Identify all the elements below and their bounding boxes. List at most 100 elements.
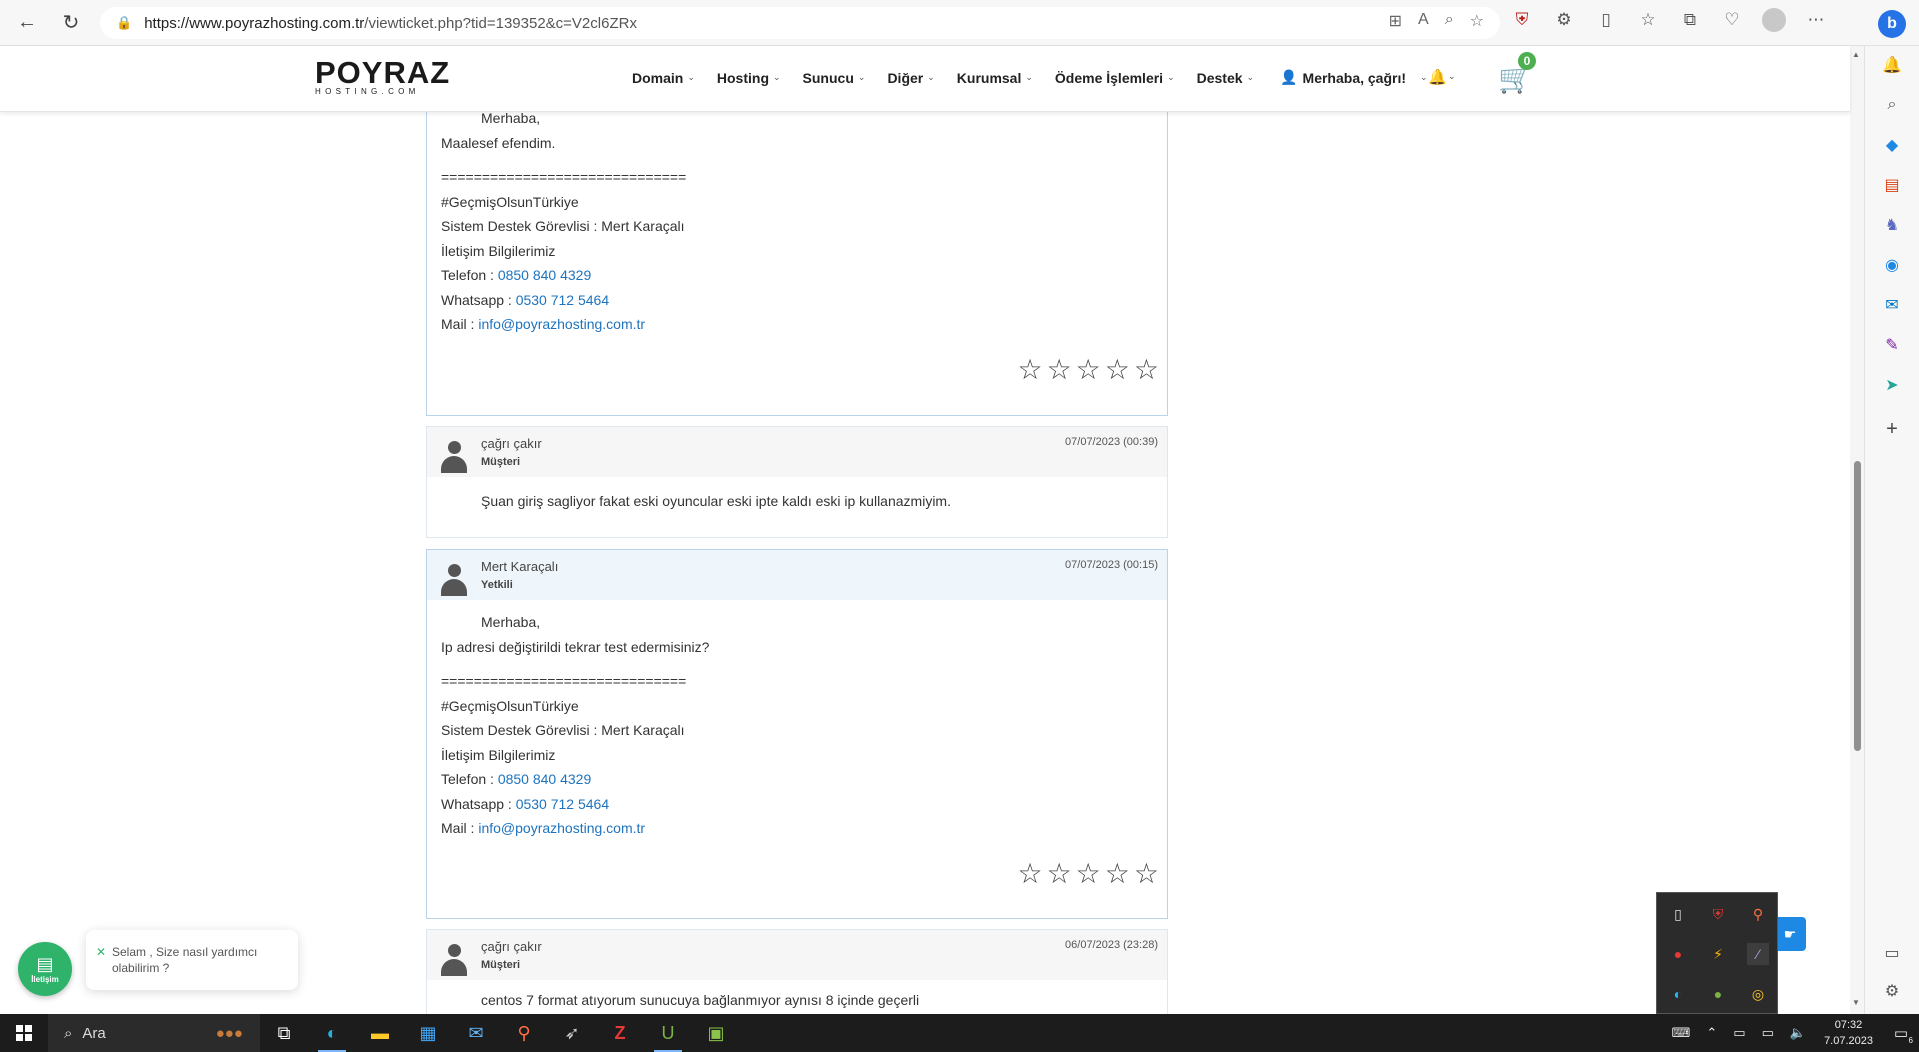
menu-odeme[interactable]: Ödeme İşlemleri ⌄ [1055,69,1175,86]
search-tool-icon[interactable]: ⚲ [500,1014,548,1052]
chat-bubble[interactable]: ✕ Selam , Size nasıl yardımcı olabilirim… [86,930,298,990]
sidebar-toggle-icon[interactable]: ▭ [1881,942,1903,964]
network-icon[interactable]: ▭ [1762,1025,1774,1041]
phone-link[interactable]: 0850 840 4329 [498,267,591,283]
signature-separator: ============================== [441,169,687,185]
star-icon[interactable]: ☆ [1017,859,1042,887]
back-icon[interactable]: ← [10,6,44,40]
menu-destek[interactable]: Destek ⌄ [1197,69,1254,86]
extension-shield-icon[interactable]: ⛨ [1510,8,1534,32]
edge-icon[interactable]: ◐ [1667,983,1689,1005]
close-icon[interactable]: ✕ [96,944,106,960]
outlook-icon[interactable]: ✉ [1881,294,1903,316]
star-icon[interactable]: ☆ [1134,355,1159,383]
chat-button[interactable]: ▤ İletişim [18,942,72,996]
menu-diger[interactable]: Diğer ⌄ [887,69,934,86]
site-logo[interactable]: POYRAZ HOSTING.COM [315,57,450,96]
menu-sunucu[interactable]: Sunucu ⌄ [803,69,866,86]
bing-copilot-icon[interactable]: b [1878,10,1906,38]
user-icon: 👤 [1280,69,1298,85]
mail-link[interactable]: info@poyrazhosting.com.tr [478,820,645,836]
menu-domain[interactable]: Domain ⌄ [632,69,695,86]
profile-avatar[interactable] [1762,8,1786,32]
ticket-reply: çağrı çakır Müşteri 07/07/2023 (00:39) Ş… [426,426,1168,538]
drop-icon[interactable]: ➤ [1881,374,1903,396]
meet-now-icon[interactable]: ▭ [1733,1025,1745,1041]
floating-help-icon[interactable]: ☛ [1774,917,1806,951]
split-screen-icon[interactable]: ▯ [1594,8,1618,32]
menu-hosting[interactable]: Hosting ⌄ [717,69,781,86]
edge-icon[interactable]: ◐ [308,1014,356,1052]
usb-icon[interactable]: ▯ [1667,903,1689,925]
search-tool-icon[interactable]: ⚲ [1747,903,1769,925]
microsoft365-icon[interactable]: ◉ [1881,254,1903,276]
menu-user[interactable]: 👤 Merhaba, çağrı! ⌄ [1280,69,1427,86]
more-menu-icon[interactable]: ⋯ [1804,8,1828,32]
add-icon[interactable]: + [1881,418,1903,440]
collections-icon[interactable]: ⧉ [1678,8,1702,32]
taskbar-search[interactable]: ⌕ Ara ●●● [48,1014,260,1052]
notepad-icon[interactable]: ▣ [692,1014,740,1052]
tools-icon[interactable]: ▤ [1881,174,1903,196]
performance-icon[interactable]: ♡ [1720,8,1744,32]
star-icon[interactable]: ☆ [1134,859,1159,887]
star-icon[interactable]: ☆ [1105,859,1130,887]
page-scrollbar[interactable]: ▲ ▼ [1850,46,1864,1014]
torrent-icon[interactable]: ● [1707,983,1729,1005]
designer-icon[interactable]: ✎ [1881,334,1903,356]
menu-kurumsal[interactable]: Kurumsal ⌄ [957,69,1033,86]
flash-icon[interactable]: ⚡ [1707,943,1729,965]
games-icon[interactable]: ♞ [1881,214,1903,236]
mail-link[interactable]: info@poyrazhosting.com.tr [478,316,645,332]
volume-icon[interactable]: 🔈 [1790,1025,1806,1041]
star-icon[interactable]: ☆ [1076,355,1101,383]
clock[interactable]: 07:32 7.07.2023 [1824,1017,1873,1049]
chevron-up-icon[interactable]: ⌃ [1706,1025,1717,1041]
feather-app-icon[interactable]: ➶ [548,1014,596,1052]
reply-message: Ip adresi değiştirildi tekrar test ederm… [441,638,710,655]
file-explorer-icon[interactable]: ▬ [356,1014,404,1052]
scroll-up-icon[interactable]: ▲ [1852,50,1860,59]
chevron-down-icon: ⌄ [857,72,866,82]
whatsapp-link[interactable]: 0530 712 5464 [516,292,609,308]
signature-separator: ============================== [441,673,687,689]
favorites-icon[interactable]: ☆ [1636,8,1660,32]
shield-icon[interactable]: ⛨ [1707,903,1729,925]
task-view-icon[interactable]: ⧉ [260,1014,308,1052]
phone-link[interactable]: 0850 840 4329 [498,771,591,787]
chrome-icon[interactable]: ◎ [1747,983,1769,1005]
reply-greeting: Merhaba, [481,614,541,630]
store-icon[interactable]: ▦ [404,1014,452,1052]
edge-sidebar: 🔔 ⌕ ◆ ▤ ♞ ◉ ✉ ✎ ➤ + ▭ ⚙ [1864,46,1919,1014]
scroll-thumb[interactable] [1854,461,1861,751]
feather-icon[interactable]: ⁄ [1747,943,1769,965]
app-available-icon[interactable]: ⊞ [1389,11,1402,31]
torrent-icon[interactable]: U [644,1014,692,1052]
scroll-down-icon[interactable]: ▼ [1852,998,1860,1007]
alert-icon[interactable]: ● [1667,943,1689,965]
address-bar[interactable]: 🔒 https://www.poyrazhosting.com.tr /view… [100,7,1500,39]
star-icon[interactable]: ☆ [1047,355,1072,383]
signature-staff: Sistem Destek Görevlisi : Mert Karaçalı [441,218,685,234]
settings-gear-icon[interactable]: ⚙ [1881,980,1903,1002]
notification-bell-icon[interactable]: 🔔 [1428,68,1447,86]
ticket-reply: Mert Karaçalı Yetkili 07/07/2023 (00:15)… [426,549,1168,919]
read-aloud-icon[interactable]: A [1418,11,1429,31]
star-icon[interactable]: ☆ [1047,859,1072,887]
star-icon[interactable]: ☆ [1105,355,1130,383]
zoom-icon[interactable]: ⌕ [1445,11,1454,31]
refresh-icon[interactable]: ↻ [54,6,88,40]
mail-icon[interactable]: ✉ [452,1014,500,1052]
whatsapp-link[interactable]: 0530 712 5464 [516,796,609,812]
notification-bell-icon[interactable]: 🔔 [1881,54,1903,76]
start-button[interactable] [0,1014,48,1052]
notification-center-icon[interactable]: ▭ 6 [1883,1014,1919,1052]
keyboard-icon[interactable]: ⌨ [1672,1025,1691,1041]
star-icon[interactable]: ☆ [1017,355,1042,383]
shopping-tag-icon[interactable]: ◆ [1881,134,1903,156]
favorite-star-icon[interactable]: ☆ [1470,11,1484,31]
filezilla-icon[interactable]: Z [596,1014,644,1052]
star-icon[interactable]: ☆ [1076,859,1101,887]
search-icon[interactable]: ⌕ [1881,94,1903,116]
extensions-icon[interactable]: ⚙ [1552,8,1576,32]
